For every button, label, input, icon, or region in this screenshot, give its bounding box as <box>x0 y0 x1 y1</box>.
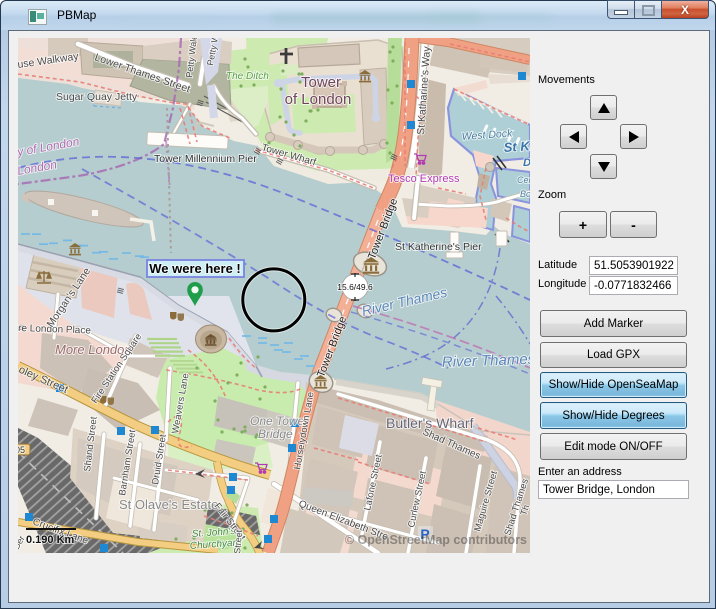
svg-text:Tower Millennium Pier: Tower Millennium Pier <box>154 153 257 165</box>
svg-text:Street: Street <box>232 529 244 553</box>
svg-text:River Thames: River Thames <box>442 351 530 371</box>
svg-text:The Ditch: The Ditch <box>226 71 269 82</box>
svg-text:© OpenStreetMap contributors: © OpenStreetMap contributors <box>345 533 527 547</box>
svg-text:St Ka: St Ka <box>503 138 530 155</box>
svg-text:Bo: Bo <box>520 189 530 199</box>
svg-text:St Katherine's Pier: St Katherine's Pier <box>395 241 482 253</box>
svg-text:Tesco Express: Tesco Express <box>388 173 460 185</box>
svg-text:St Olave's Estate: St Olave's Estate <box>119 497 218 512</box>
svg-text:Sugar Quay Jetty: Sugar Quay Jetty <box>56 91 138 103</box>
svg-text:Cen: Cen <box>517 175 530 185</box>
svg-text:D: D <box>523 157 530 169</box>
svg-text:We were here !: We were here ! <box>149 261 241 276</box>
svg-text:of London: of London <box>285 91 352 108</box>
svg-text:05: 05 <box>18 445 25 455</box>
svg-text:0.190 Km: 0.190 Km <box>26 534 75 546</box>
svg-text:15.6/49.6: 15.6/49.6 <box>337 282 373 292</box>
svg-text:Tower: Tower <box>301 74 341 91</box>
svg-text:Bridge: Bridge <box>258 427 293 441</box>
